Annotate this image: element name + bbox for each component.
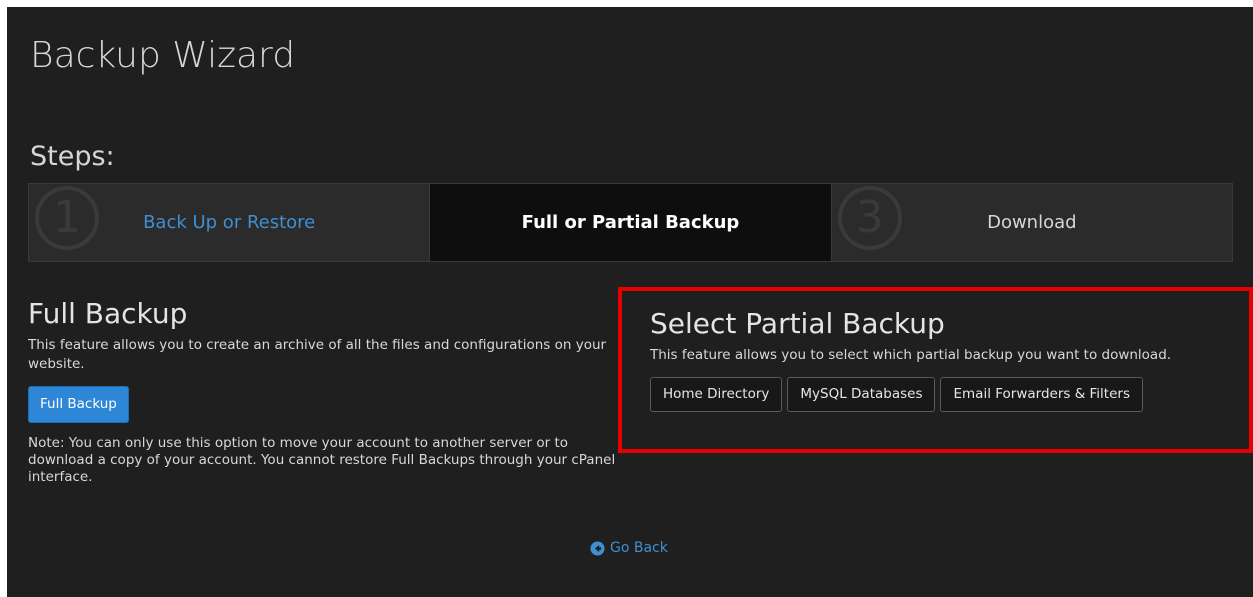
- go-back-label[interactable]: Go Back: [610, 540, 668, 556]
- page-title: Backup Wizard: [30, 35, 296, 76]
- partial-backup-title: Select Partial Backup: [650, 307, 945, 340]
- full-backup-section: Full Backup This feature allows you to c…: [28, 297, 618, 486]
- circle-arrow-left-icon: [590, 540, 605, 556]
- steps-heading: Steps:: [30, 141, 115, 172]
- full-backup-description: This feature allows you to create an arc…: [28, 337, 607, 372]
- mysql-databases-button[interactable]: MySQL Databases: [787, 377, 936, 412]
- go-back-link[interactable]: Go Back: [590, 540, 668, 556]
- home-directory-button[interactable]: Home Directory: [650, 377, 783, 412]
- step-label-full-or-partial-backup: Full or Partial Backup: [521, 212, 740, 233]
- partial-backup-description: This feature allows you to select which …: [650, 347, 1172, 363]
- step-label-back-up-or-restore[interactable]: Back Up or Restore: [143, 212, 315, 233]
- partial-backup-section: Select Partial Backup This feature allow…: [618, 287, 1253, 453]
- email-forwarders-filters-button[interactable]: Email Forwarders & Filters: [940, 377, 1143, 412]
- step-number-1-icon: 1: [35, 186, 99, 250]
- full-backup-button[interactable]: Full Backup: [28, 386, 129, 423]
- backup-wizard-page: Backup Wizard Steps: 1 Back Up or Restor…: [7, 7, 1253, 597]
- step-number-3-icon: 3: [837, 186, 902, 250]
- step-back-up-or-restore[interactable]: 1 Back Up or Restore: [29, 184, 429, 261]
- partial-backup-button-group: Home Directory MySQL Databases Email For…: [650, 377, 1249, 412]
- step-full-or-partial-backup: Full or Partial Backup: [429, 184, 831, 261]
- steps-bar: 1 Back Up or Restore Full or Partial Bac…: [28, 183, 1233, 262]
- full-backup-title: Full Backup: [28, 297, 188, 330]
- step-label-download: Download: [987, 212, 1077, 233]
- full-backup-note: Note: You can only use this option to mo…: [28, 435, 616, 485]
- step-download: 3 Download: [830, 184, 1232, 261]
